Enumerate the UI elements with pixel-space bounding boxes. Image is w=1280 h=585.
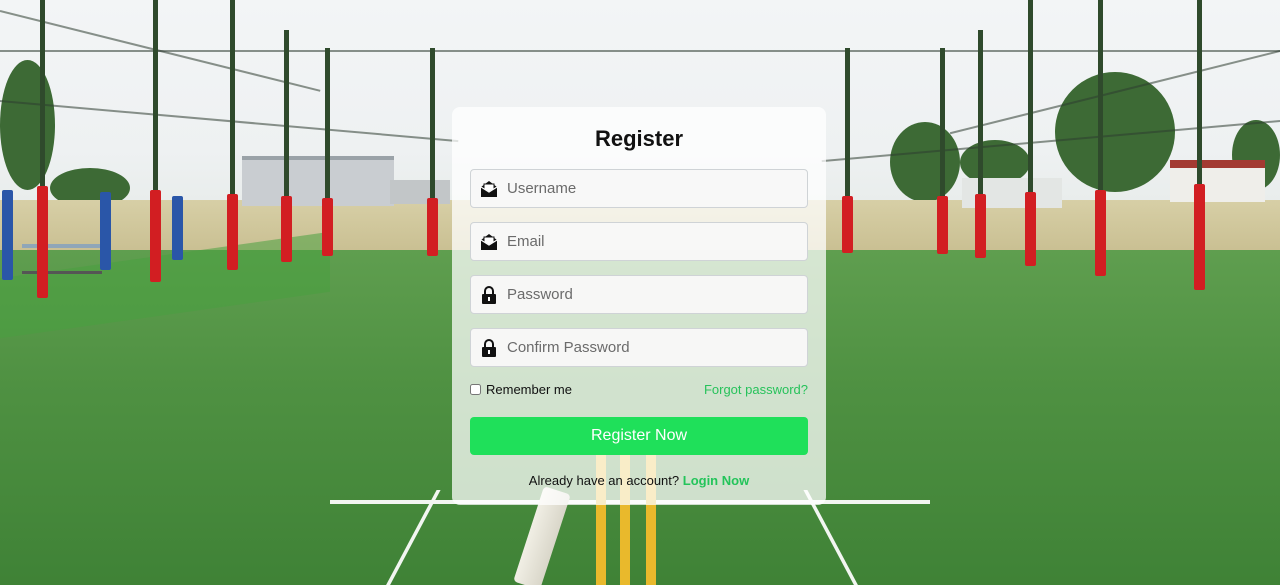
register-button[interactable]: Register Now [470, 417, 808, 455]
login-link[interactable]: Login Now [683, 473, 749, 488]
forgot-password-link[interactable]: Forgot password? [704, 382, 808, 397]
envelope-open-icon [471, 223, 507, 260]
pole-pad [1025, 192, 1036, 266]
email-input[interactable] [507, 223, 807, 260]
building [390, 180, 450, 204]
net-line [0, 50, 1280, 52]
confirm-password-field[interactable] [470, 328, 808, 367]
house [1170, 160, 1265, 202]
lock-icon [471, 329, 507, 366]
pole-pad [150, 190, 161, 282]
tree [0, 60, 55, 190]
lock-icon [471, 276, 507, 313]
pole-pad [1095, 190, 1106, 276]
pole-pad [975, 194, 986, 258]
pole-pad [281, 196, 292, 262]
remember-me-checkbox[interactable] [470, 383, 481, 395]
envelope-open-icon [471, 170, 507, 207]
pole-pad [322, 198, 333, 256]
pole-pad [1194, 184, 1205, 290]
page-title: Register [594, 126, 684, 151]
pole-pad [937, 196, 948, 254]
pole-pad [227, 194, 238, 270]
remember-me-label: Remember me [486, 381, 572, 397]
username-input[interactable] [507, 170, 807, 207]
pole-pad [100, 192, 111, 270]
pole-pad [842, 196, 853, 253]
pole-pad [37, 186, 48, 298]
confirm-password-input[interactable] [507, 329, 807, 366]
form-options: Remember me Forgot password? [470, 381, 808, 397]
register-card: Register Username Email Remember me Forg… [452, 107, 826, 505]
password-field[interactable] [470, 275, 808, 314]
pole-pad [427, 198, 438, 256]
pole-pad [2, 190, 13, 280]
password-input[interactable] [507, 276, 807, 313]
login-prompt: Already have an account? Login Now [470, 473, 808, 488]
building [242, 156, 394, 206]
login-prompt-text: Already have an account? [528, 473, 680, 488]
username-field[interactable] [470, 169, 808, 208]
email-field[interactable] [470, 222, 808, 261]
pole-pad [172, 196, 183, 260]
bench [22, 244, 102, 274]
remember-me[interactable]: Remember me [470, 382, 572, 397]
